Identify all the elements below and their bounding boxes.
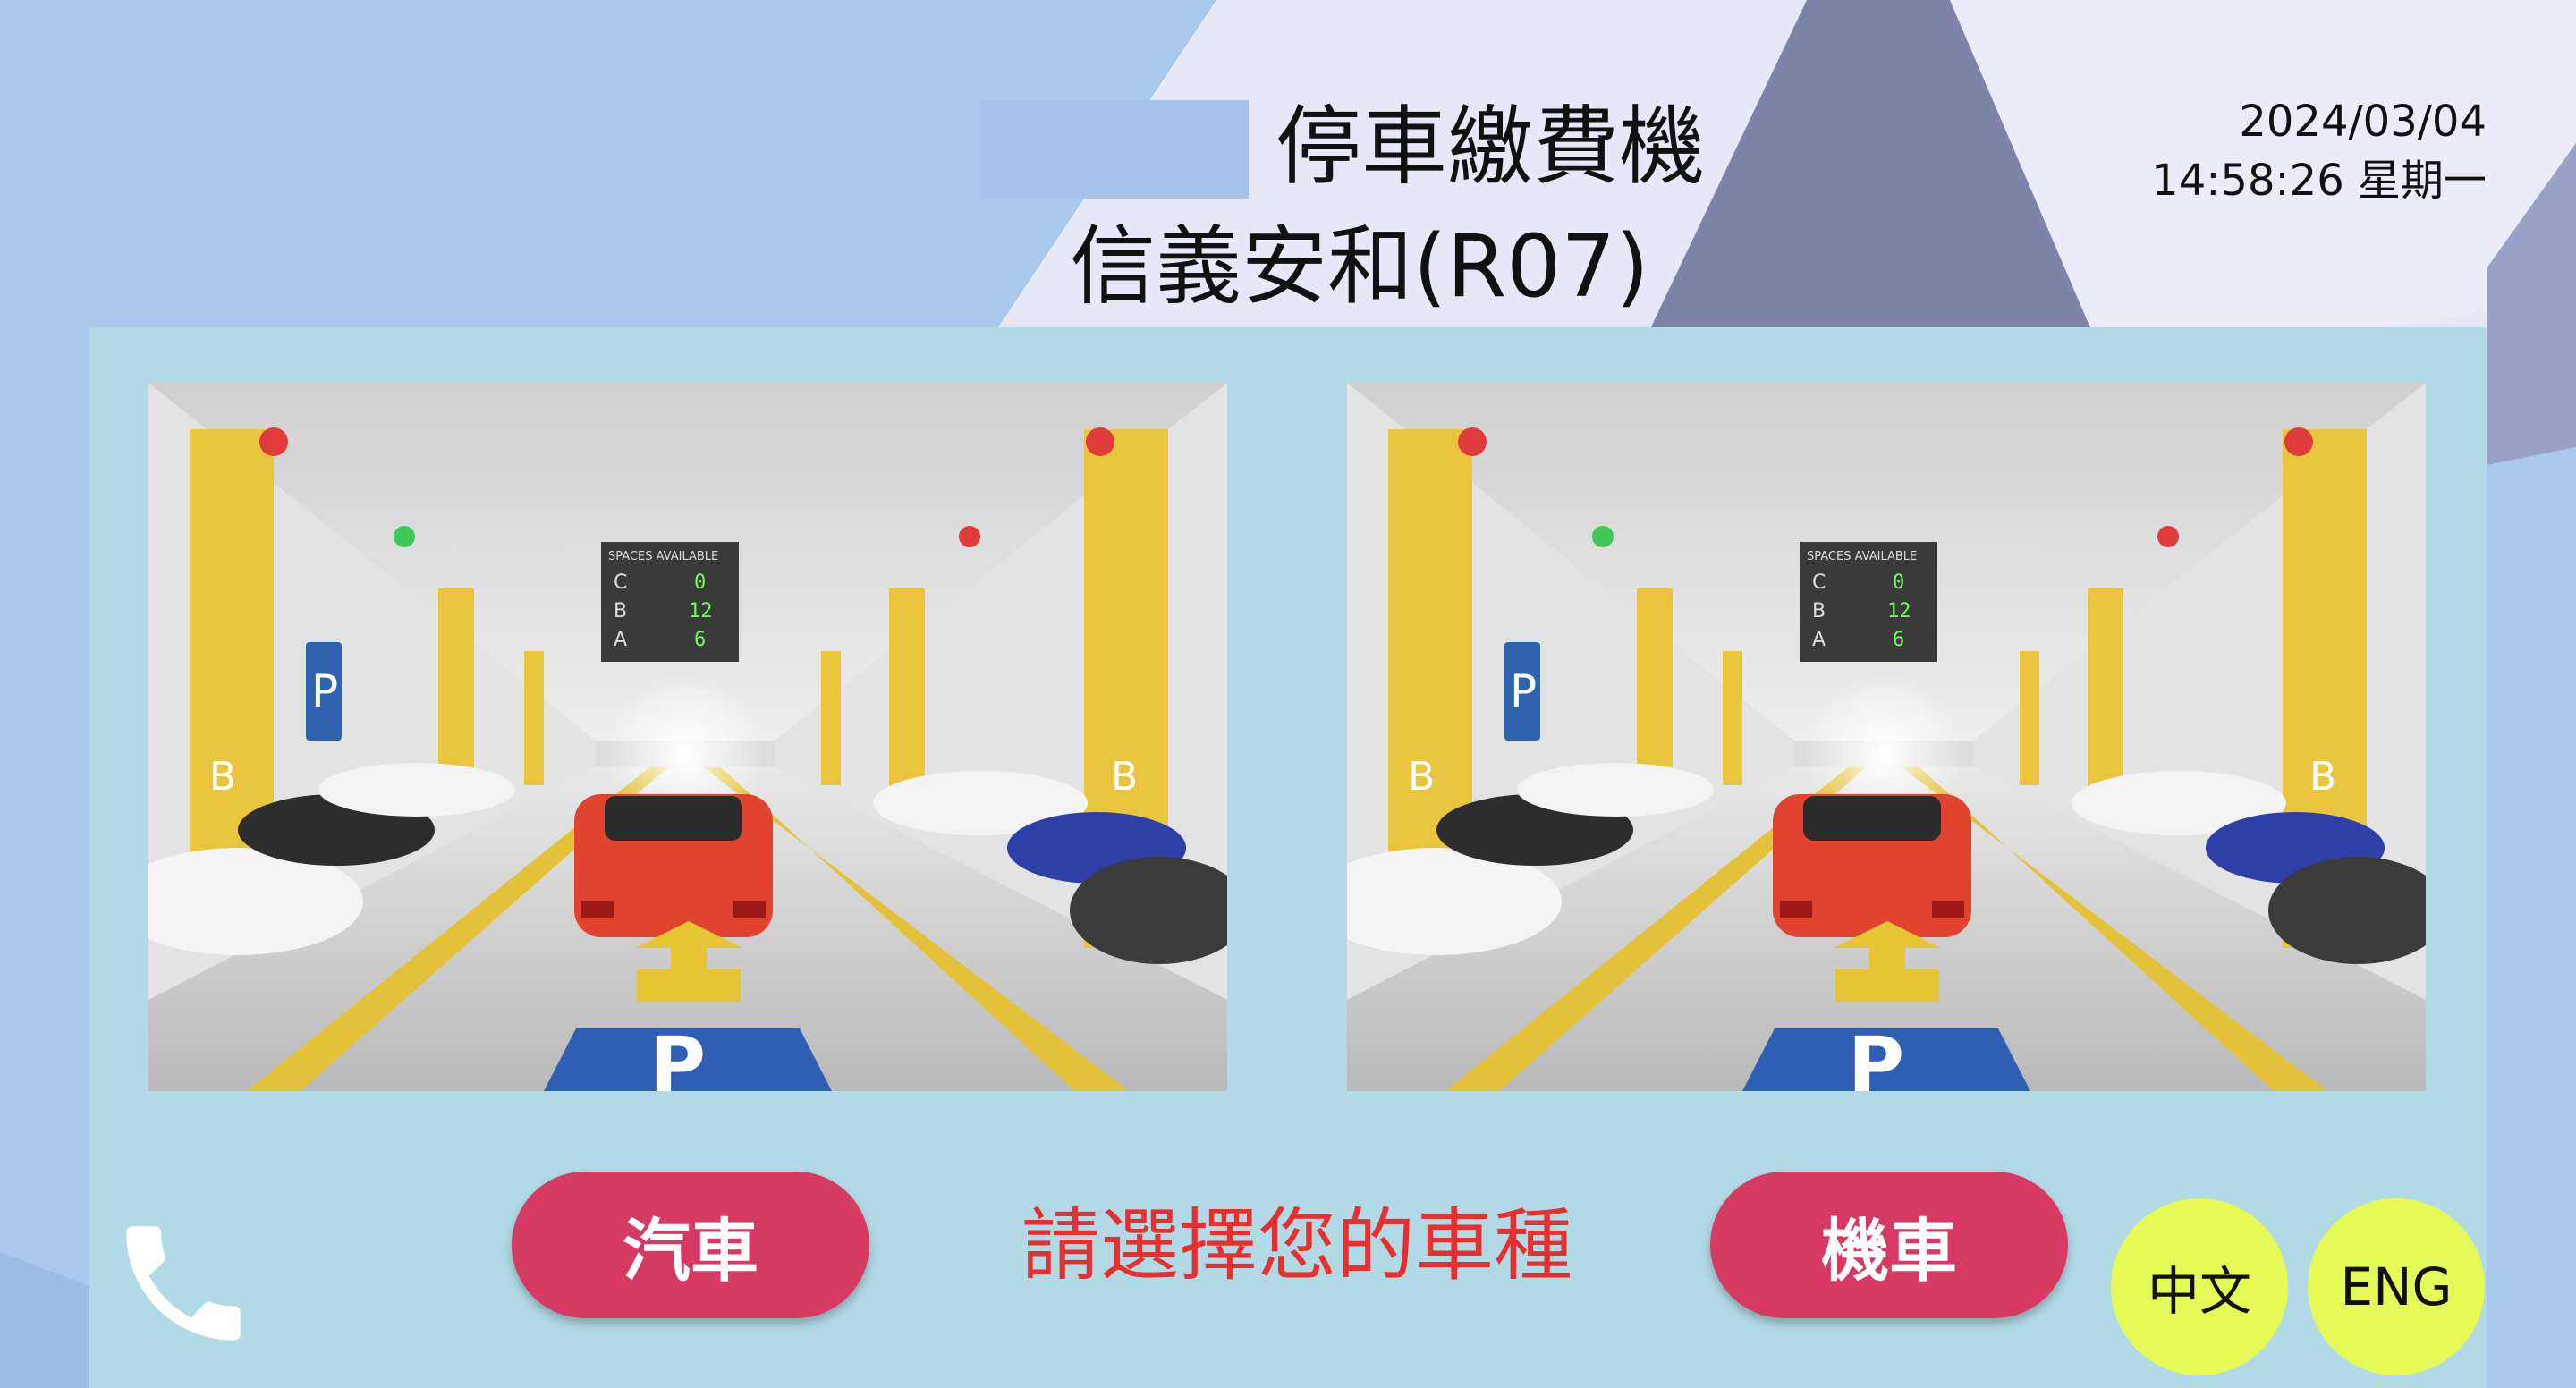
language-chinese-button[interactable]: 中文 — [2111, 1198, 2288, 1375]
sign-level-a: A — [614, 629, 627, 651]
main-panel: B B P SPACES AVAILABLE C 0 B 12 A 6 P B … — [89, 327, 2487, 1388]
sign-heading: SPACES AVAILABLE — [1807, 550, 1917, 563]
sign-count-a: 6 — [694, 629, 706, 651]
sign-level-b: B — [1812, 600, 1826, 622]
vehicle-prompt: 請選擇您的車種 — [1021, 1199, 1572, 1291]
station-name: 信義安和(R07) — [1070, 216, 1649, 317]
page-title: 停車繳費機 — [1275, 97, 1705, 197]
sign-count-b: 12 — [689, 600, 713, 622]
sign-level-c: C — [614, 571, 627, 594]
phone-icon[interactable] — [107, 1207, 259, 1359]
date-display: 2024/03/04 — [2239, 97, 2487, 147]
sign-level-b: B — [614, 600, 627, 622]
sign-count-a: 6 — [1893, 629, 1904, 651]
sign-count-b: 12 — [1887, 600, 1911, 622]
sign-count-c: 0 — [1893, 571, 1904, 594]
parking-sign-letter: P — [311, 665, 338, 717]
sign-heading: SPACES AVAILABLE — [608, 550, 718, 563]
language-english-button[interactable]: ENG — [2308, 1198, 2485, 1375]
motorcycle-parking-image[interactable]: B B P SPACES AVAILABLE C 0 B 12 A 6 P — [1347, 383, 2426, 1091]
brand-logo-placeholder — [980, 100, 1249, 199]
pillar-letter-left: B — [1408, 754, 1435, 800]
floor-parking-letter: P — [649, 1020, 706, 1091]
car-button[interactable]: 汽車 — [512, 1172, 869, 1318]
sign-count-c: 0 — [694, 571, 706, 594]
car-parking-image[interactable]: B B P SPACES AVAILABLE C 0 B 12 A 6 P — [148, 383, 1227, 1091]
floor-parking-letter: P — [1848, 1020, 1904, 1091]
pillar-letter-left: B — [209, 754, 236, 800]
motorcycle-button[interactable]: 機車 — [1710, 1172, 2068, 1318]
time-display: 14:58:26 星期一 — [2151, 156, 2487, 206]
sign-level-c: C — [1812, 571, 1826, 594]
pillar-letter-right: B — [2309, 754, 2336, 800]
sign-level-a: A — [1812, 629, 1826, 651]
pillar-letter-right: B — [1111, 754, 1138, 800]
parking-sign-letter: P — [1510, 665, 1537, 717]
